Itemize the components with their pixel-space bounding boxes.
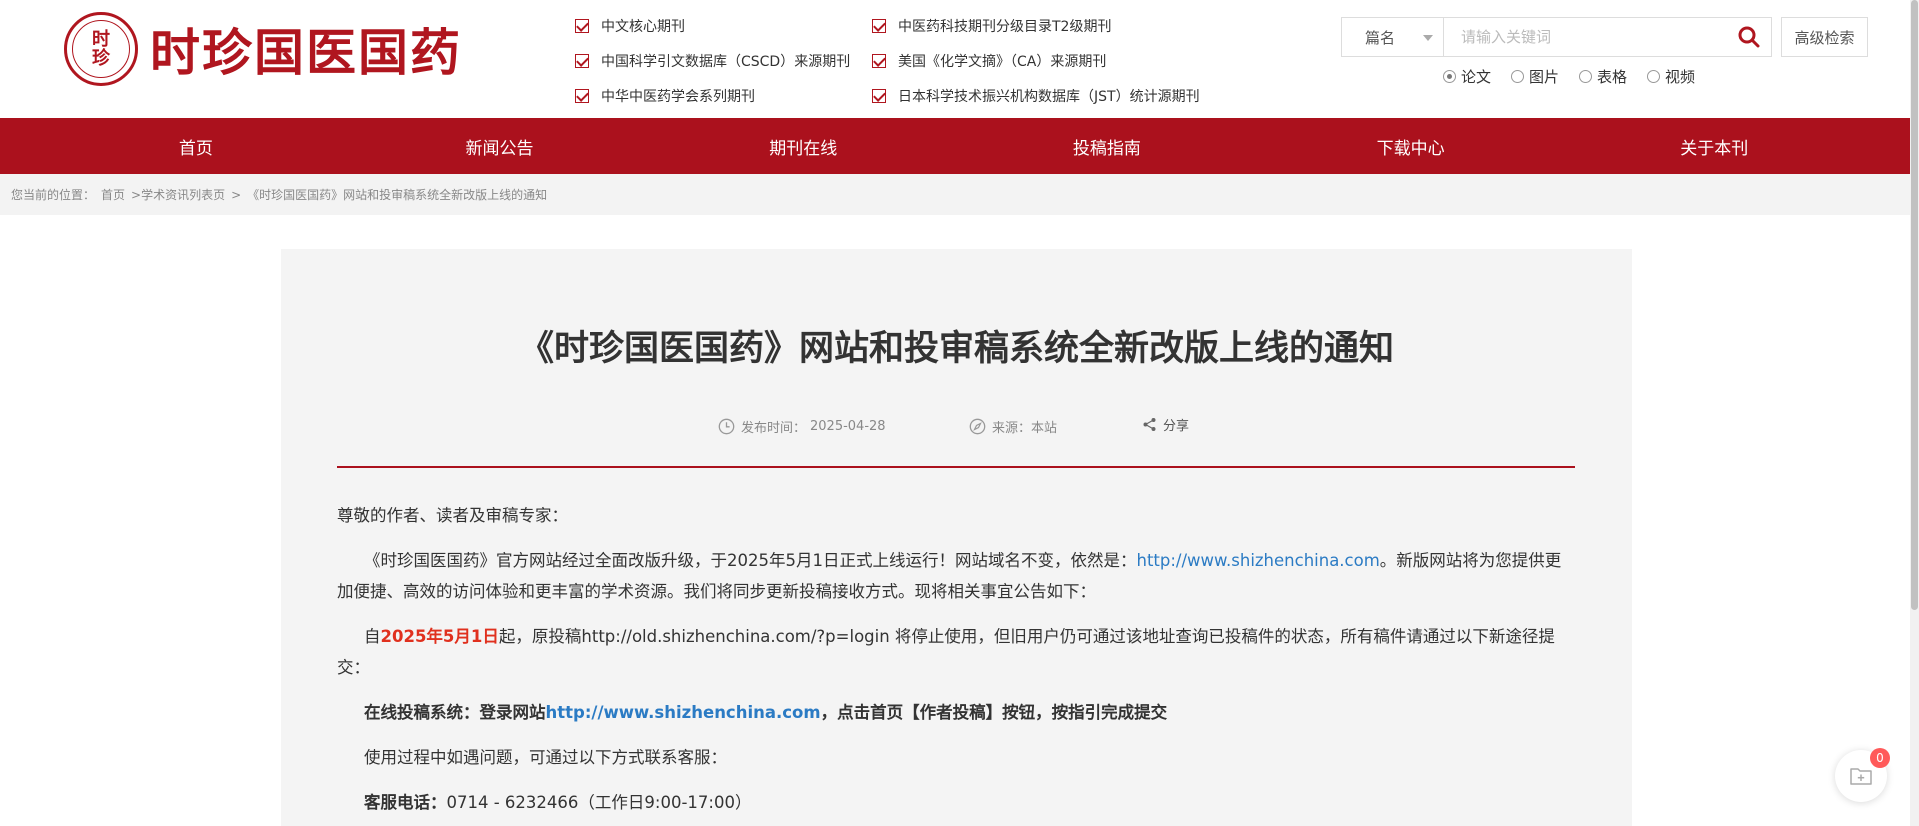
radio-tables[interactable]: 表格: [1579, 66, 1627, 87]
nav-journal-online[interactable]: 期刊在线: [651, 118, 955, 174]
radio-icon: [1511, 70, 1525, 83]
category-item[interactable]: 美国《化学文摘》（CA）来源期刊: [872, 43, 1200, 78]
publish-time: 发布时间： 2025-04-28: [718, 417, 886, 436]
radio-videos[interactable]: 视频: [1647, 66, 1695, 87]
article-title: 《时珍国医国药》网站和投审稿系统全新改版上线的通知: [518, 329, 1394, 369]
nav-news[interactable]: 新闻公告: [348, 118, 652, 174]
paragraph-intro: 《时珍国医国药》官方网站经过全面改版升级，于2025年5月1日正式上线运行！网站…: [337, 551, 1562, 601]
title-divider: [337, 466, 1575, 468]
checkbox-checked-icon[interactable]: [575, 18, 589, 33]
paragraph-notice: 自2025年5月1日起，原投稿http://old.shizhenchina.c…: [337, 627, 1555, 677]
checkbox-checked-icon[interactable]: [575, 53, 589, 68]
radio-icon: [1579, 70, 1593, 83]
journal-categories-right: 中医药科技期刊分级目录T2级期刊 美国《化学文摘》（CA）来源期刊 日本科学技术…: [872, 8, 1200, 113]
radio-papers[interactable]: 论文: [1443, 66, 1491, 87]
main-nav: 首页 新闻公告 期刊在线 投稿指南 下载中心 关于本刊: [0, 118, 1910, 174]
search-input[interactable]: [1444, 17, 1772, 57]
folder-count-badge: 0: [1870, 748, 1890, 768]
caret-down-icon: [1423, 35, 1433, 41]
category-item[interactable]: 中国科学引文数据库（CSCD）来源期刊: [575, 43, 850, 78]
search-type-select[interactable]: 篇名: [1341, 17, 1444, 57]
search-button[interactable]: [1726, 17, 1772, 57]
nav-home[interactable]: 首页: [44, 118, 348, 174]
category-item[interactable]: 中华中医药学会系列期刊: [575, 78, 850, 113]
checkbox-checked-icon[interactable]: [872, 18, 886, 33]
breadcrumb: 您当前的位置： 首页 >学术资讯列表页 > 《时珍国医国药》网站和投审稿系统全新…: [0, 174, 1910, 215]
logo-name: 时珍国医国药: [150, 23, 462, 82]
greeting: 尊敬的作者、读者及审稿专家：: [337, 506, 568, 525]
radio-images[interactable]: 图片: [1511, 66, 1559, 87]
breadcrumb-separator: >: [231, 187, 242, 202]
site-link[interactable]: http://www.shizhenchina.com: [1137, 551, 1380, 570]
submission-link[interactable]: http://www.shizhenchina.com: [546, 703, 821, 722]
radio-selected-icon: [1443, 70, 1456, 83]
search-icon: [1738, 26, 1760, 48]
compass-icon: [969, 418, 986, 435]
breadcrumb-home[interactable]: 首页: [101, 186, 125, 203]
advanced-search-button[interactable]: 高级检索: [1781, 17, 1868, 57]
checkbox-checked-icon[interactable]: [872, 53, 886, 68]
category-item[interactable]: 日本科学技术振兴机构数据库（JST）统计源期刊: [872, 78, 1200, 113]
breadcrumb-label: 您当前的位置：: [11, 188, 96, 202]
category-item[interactable]: 中文核心期刊: [575, 8, 850, 43]
site-logo[interactable]: 时珍 时珍国医国药: [64, 12, 462, 86]
effective-date: 2025年5月1日: [380, 627, 499, 646]
share-icon: [1143, 418, 1156, 431]
breadcrumb-current: 《时珍国医国药》网站和投审稿系统全新改版上线的通知: [247, 188, 548, 202]
search-bar: 篇名 高级检索: [1341, 17, 1868, 57]
breadcrumb-list[interactable]: >学术资讯列表页: [131, 186, 225, 203]
radio-icon: [1647, 70, 1661, 83]
seal-icon: 时珍: [64, 12, 138, 86]
search-scope-radios: 论文 图片 表格 视频: [1443, 66, 1715, 87]
seal-text: 时珍: [92, 29, 110, 69]
checkbox-checked-icon[interactable]: [575, 88, 589, 103]
page-scrollbar[interactable]: [1910, 0, 1919, 826]
site-header: 时珍 时珍国医国药 中文核心期刊 中国科学引文数据库（CSCD）来源期刊 中华中…: [0, 0, 1900, 118]
nav-about[interactable]: 关于本刊: [1562, 118, 1866, 174]
nav-downloads[interactable]: 下载中心: [1259, 118, 1563, 174]
paragraph-contact: 使用过程中如遇问题，可通过以下方式联系客服：: [364, 748, 727, 767]
share-button[interactable]: 分享: [1142, 415, 1189, 434]
checkbox-checked-icon[interactable]: [872, 88, 886, 103]
paragraph-phone: 客服电话：0714 - 6232466（工作日9:00-17:00）: [364, 793, 752, 812]
article-panel: 《时珍国医国药》网站和投审稿系统全新改版上线的通知 发布时间： 2025-04-…: [281, 249, 1632, 826]
clock-icon: [718, 418, 735, 435]
nav-submission-guide[interactable]: 投稿指南: [955, 118, 1259, 174]
article-source: 来源： 本站: [969, 417, 1057, 436]
category-item[interactable]: 中医药科技期刊分级目录T2级期刊: [872, 8, 1200, 43]
paragraph-online-submission: 在线投稿系统：登录网站http://www.shizhenchina.com，点…: [364, 703, 1168, 722]
folder-add-icon: [1850, 768, 1872, 785]
article-body: 尊敬的作者、读者及审稿专家： 《时珍国医国药》官方网站经过全面改版升级，于202…: [337, 500, 1575, 826]
journal-categories-left: 中文核心期刊 中国科学引文数据库（CSCD）来源期刊 中华中医药学会系列期刊: [575, 8, 850, 113]
scrollbar-thumb[interactable]: [1911, 0, 1918, 610]
